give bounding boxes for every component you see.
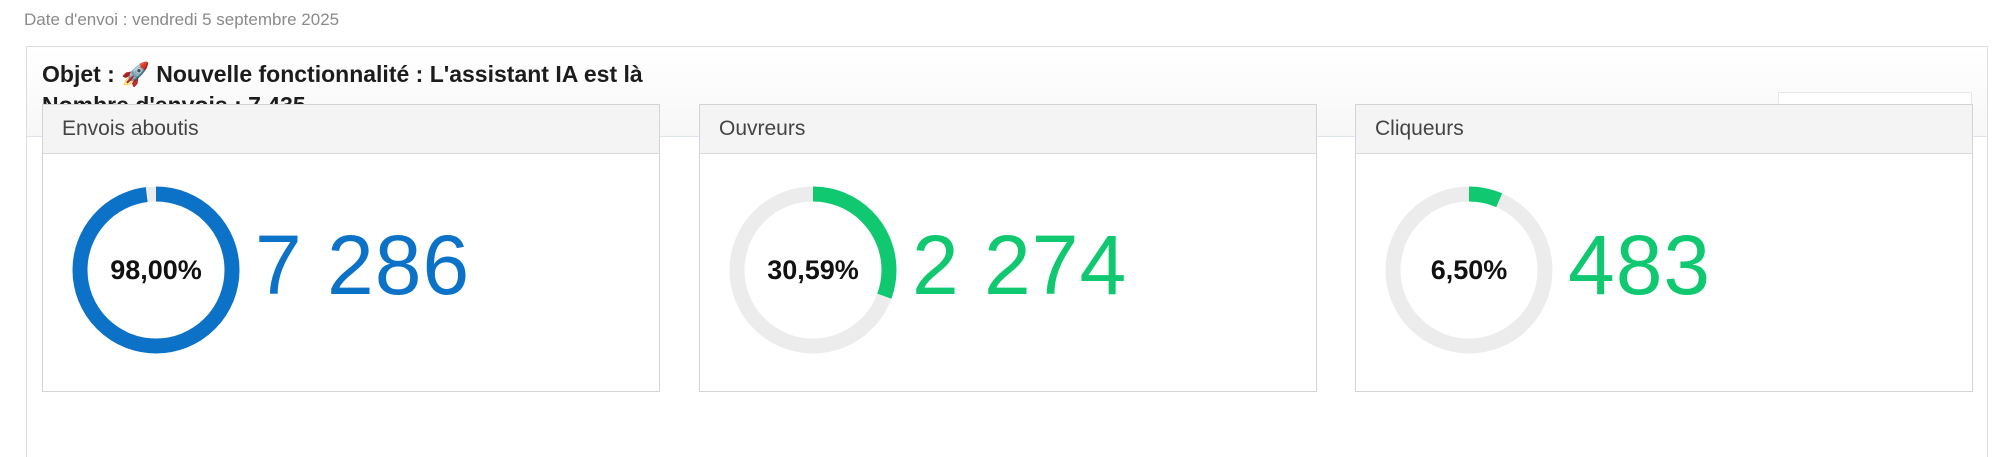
delivered-percent: 98,00% xyxy=(110,255,202,285)
clickers-gauge: 6,50% xyxy=(1384,185,1554,355)
card-clickers: Cliqueurs 6,50% 483 xyxy=(1355,104,1973,392)
campaign-subject: Objet : 🚀 Nouvelle fonctionnalité : L'as… xyxy=(42,61,643,87)
openers-count: 2 274 xyxy=(912,218,1128,312)
card-title: Ouvreurs xyxy=(700,105,1316,154)
delivered-gauge: 98,00% xyxy=(71,185,241,355)
card-openers: Ouvreurs 30,59% 2 274 xyxy=(699,104,1317,392)
card-delivered: Envois aboutis 98,00% 7 286 xyxy=(42,104,660,392)
card-title: Envois aboutis xyxy=(43,105,659,154)
card-title: Cliqueurs xyxy=(1356,105,1972,154)
clickers-percent: 6,50% xyxy=(1430,255,1508,285)
clickers-count: 483 xyxy=(1568,218,1712,312)
openers-gauge: 30,59% xyxy=(728,185,898,355)
send-date: Date d'envoi : vendredi 5 septembre 2025 xyxy=(24,10,340,29)
openers-percent: 30,59% xyxy=(767,255,859,285)
delivered-count: 7 286 xyxy=(255,218,471,312)
